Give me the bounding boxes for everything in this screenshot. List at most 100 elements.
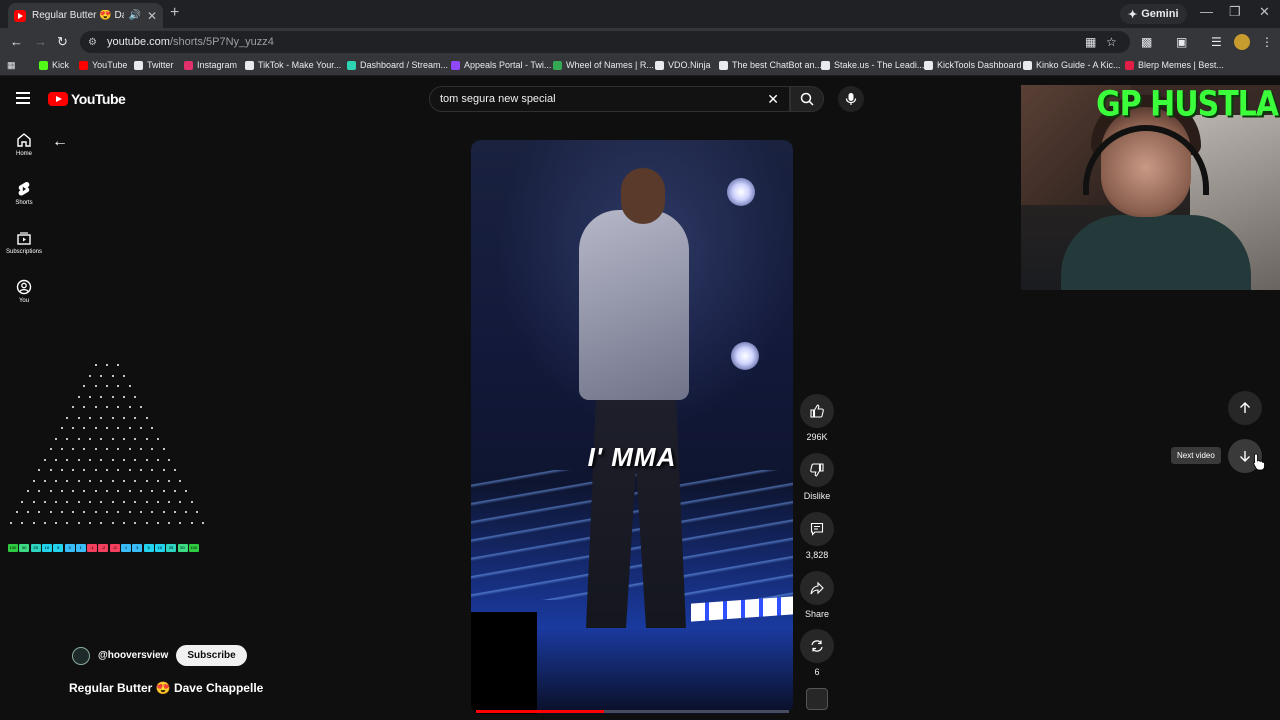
bookmark-item[interactable]: Dashboard / Stream... bbox=[347, 60, 448, 70]
bookmark-label: KickTools Dashboard bbox=[937, 60, 1022, 70]
rail-item-shorts[interactable]: Shorts bbox=[0, 181, 48, 206]
plinko-peg bbox=[111, 521, 114, 524]
plinko-peg bbox=[72, 469, 75, 471]
comments-button[interactable]: 3,828 bbox=[800, 512, 834, 560]
voice-search-button[interactable] bbox=[838, 86, 864, 112]
rail-item-you[interactable]: You bbox=[0, 279, 48, 304]
close-window-icon[interactable]: ✕ bbox=[1259, 4, 1270, 20]
youtube-logo[interactable]: YouTube bbox=[48, 91, 126, 107]
bookmark-favicon-icon bbox=[1125, 60, 1134, 70]
plinko-board-overlay: 100 50 25 10 5 3 1 -1 -2 -3 1 3 5 10 25 50 100 bbox=[8, 362, 205, 557]
comedian-jacket bbox=[579, 210, 689, 400]
bookmark-item[interactable]: Blerp Memes | Best... bbox=[1125, 60, 1224, 70]
plinko-peg bbox=[122, 500, 125, 503]
plinko-peg bbox=[60, 511, 63, 513]
bookmark-item[interactable]: Appeals Portal - Twi... bbox=[451, 60, 551, 70]
bookmark-item[interactable]: The best ChatBot an... bbox=[719, 60, 822, 70]
bookmark-item[interactable]: KickTools Dashboard bbox=[924, 60, 1022, 70]
bookmark-favicon-icon bbox=[347, 60, 356, 70]
channel-handle[interactable]: @hooversview bbox=[98, 650, 168, 661]
video-progress-bar[interactable] bbox=[476, 710, 789, 713]
bookmark-item[interactable]: YouTube bbox=[79, 60, 127, 70]
bookmark-label: YouTube bbox=[92, 60, 128, 70]
plinko-peg bbox=[134, 437, 137, 440]
previous-video-button[interactable] bbox=[1228, 391, 1262, 425]
channel-thumbnail[interactable] bbox=[806, 688, 828, 710]
plinko-peg bbox=[49, 469, 52, 471]
minimize-icon[interactable]: — bbox=[1200, 4, 1213, 19]
bookmark-item[interactable]: Kinko Guide - A Kic... bbox=[1023, 60, 1121, 70]
subscribe-button[interactable]: Subscribe bbox=[176, 645, 247, 666]
plinko-peg bbox=[106, 511, 108, 513]
plinko-slot: 1 bbox=[75, 544, 86, 552]
plinko-peg bbox=[151, 448, 154, 450]
plinko-peg bbox=[122, 437, 125, 440]
bookmark-item[interactable]: Kick bbox=[39, 60, 69, 70]
plinko-peg bbox=[156, 458, 159, 461]
plinko-peg bbox=[72, 511, 75, 513]
new-tab-button[interactable]: + bbox=[170, 4, 179, 22]
plinko-slot: 5 bbox=[143, 544, 154, 552]
dislike-button[interactable]: Dislike bbox=[800, 453, 834, 501]
apps-grid-icon[interactable]: ▦ bbox=[7, 60, 16, 71]
share-button[interactable]: Share bbox=[800, 571, 834, 619]
extensions-icon[interactable]: ▩ bbox=[1141, 35, 1152, 49]
plinko-peg bbox=[26, 511, 29, 513]
bookmark-item[interactable]: Twitter bbox=[134, 60, 174, 70]
rail-label: Shorts bbox=[15, 200, 33, 206]
like-button[interactable]: 296K bbox=[800, 394, 834, 442]
bookmark-item[interactable]: Instagram bbox=[184, 60, 237, 70]
plinko-slot: 100 bbox=[188, 544, 199, 552]
site-info-icon[interactable]: ⚙ bbox=[88, 37, 97, 48]
restore-icon[interactable]: ❐ bbox=[1229, 4, 1241, 20]
plinko-slot: 5 bbox=[53, 544, 64, 552]
bookmark-item[interactable]: Stake.us - The Leadi... bbox=[821, 60, 924, 70]
chrome-menu-icon[interactable]: ⋮ bbox=[1261, 35, 1273, 49]
bookmark-item[interactable]: Wheel of Names | R... bbox=[553, 60, 654, 70]
back-icon[interactable]: ← bbox=[10, 34, 23, 49]
bookmark-item[interactable]: VDO.Ninja bbox=[655, 60, 711, 70]
plinko-peg bbox=[94, 385, 97, 387]
back-arrow-icon[interactable]: ← bbox=[52, 133, 68, 151]
bookmark-label: Instagram bbox=[197, 60, 238, 70]
plinko-peg bbox=[117, 406, 120, 408]
address-bar[interactable]: ⚙ youtube.com/shorts/5P7Ny_yuzz4 bbox=[80, 31, 1130, 53]
shorts-icon bbox=[18, 181, 30, 196]
plinko-peg bbox=[89, 416, 92, 419]
bookmark-item[interactable]: TikTok - Make Your... bbox=[245, 60, 341, 70]
bookmark-label: Kick bbox=[52, 60, 70, 70]
remix-button[interactable]: 6 bbox=[800, 629, 834, 677]
reading-list-icon[interactable]: ☰ bbox=[1211, 35, 1222, 49]
video-title[interactable]: Regular Butter 😍 Dave Chappelle bbox=[69, 681, 263, 695]
bookmark-favicon-icon bbox=[245, 60, 254, 70]
channel-avatar[interactable] bbox=[72, 646, 90, 665]
search-input[interactable]: tom segura new special ✕ bbox=[429, 86, 790, 112]
profile-avatar[interactable] bbox=[1234, 34, 1250, 50]
reload-icon[interactable]: ↻ bbox=[57, 34, 68, 50]
clear-search-icon[interactable]: ✕ bbox=[767, 91, 779, 108]
bookmark-favicon-icon bbox=[134, 60, 143, 70]
media-controls-icon[interactable]: ▣ bbox=[1176, 35, 1187, 49]
plinko-peg bbox=[21, 500, 24, 503]
hamburger-menu-icon[interactable] bbox=[16, 92, 30, 104]
shorts-video-player[interactable]: I' MMA bbox=[471, 140, 793, 714]
gemini-button[interactable]: ✦ Gemini bbox=[1120, 4, 1187, 24]
plinko-peg bbox=[43, 458, 46, 461]
plinko-peg bbox=[89, 500, 92, 503]
bookmark-star-icon[interactable]: ☆ bbox=[1106, 35, 1117, 49]
tab-title: Regular Butter 😍 Dave Ch bbox=[32, 10, 124, 21]
install-app-icon[interactable]: ▦ bbox=[1085, 35, 1096, 49]
plinko-peg bbox=[72, 448, 75, 450]
forward-icon[interactable]: → bbox=[34, 34, 47, 49]
search-button[interactable] bbox=[790, 86, 824, 112]
plinko-peg bbox=[15, 511, 18, 513]
speaker-icon[interactable]: 🔊 bbox=[128, 10, 140, 21]
subscriptions-icon bbox=[17, 232, 31, 245]
close-tab-icon[interactable]: ✕ bbox=[147, 9, 157, 23]
channel-info: @hooversview Subscribe bbox=[72, 645, 247, 666]
streamer-body bbox=[1061, 215, 1251, 290]
plinko-peg bbox=[139, 427, 142, 429]
browser-tab[interactable]: Regular Butter 😍 Dave Ch 🔊 ✕ bbox=[8, 3, 163, 28]
rail-item-subscriptions[interactable]: Subscriptions bbox=[0, 230, 48, 255]
rail-item-home[interactable]: Home bbox=[0, 132, 48, 157]
